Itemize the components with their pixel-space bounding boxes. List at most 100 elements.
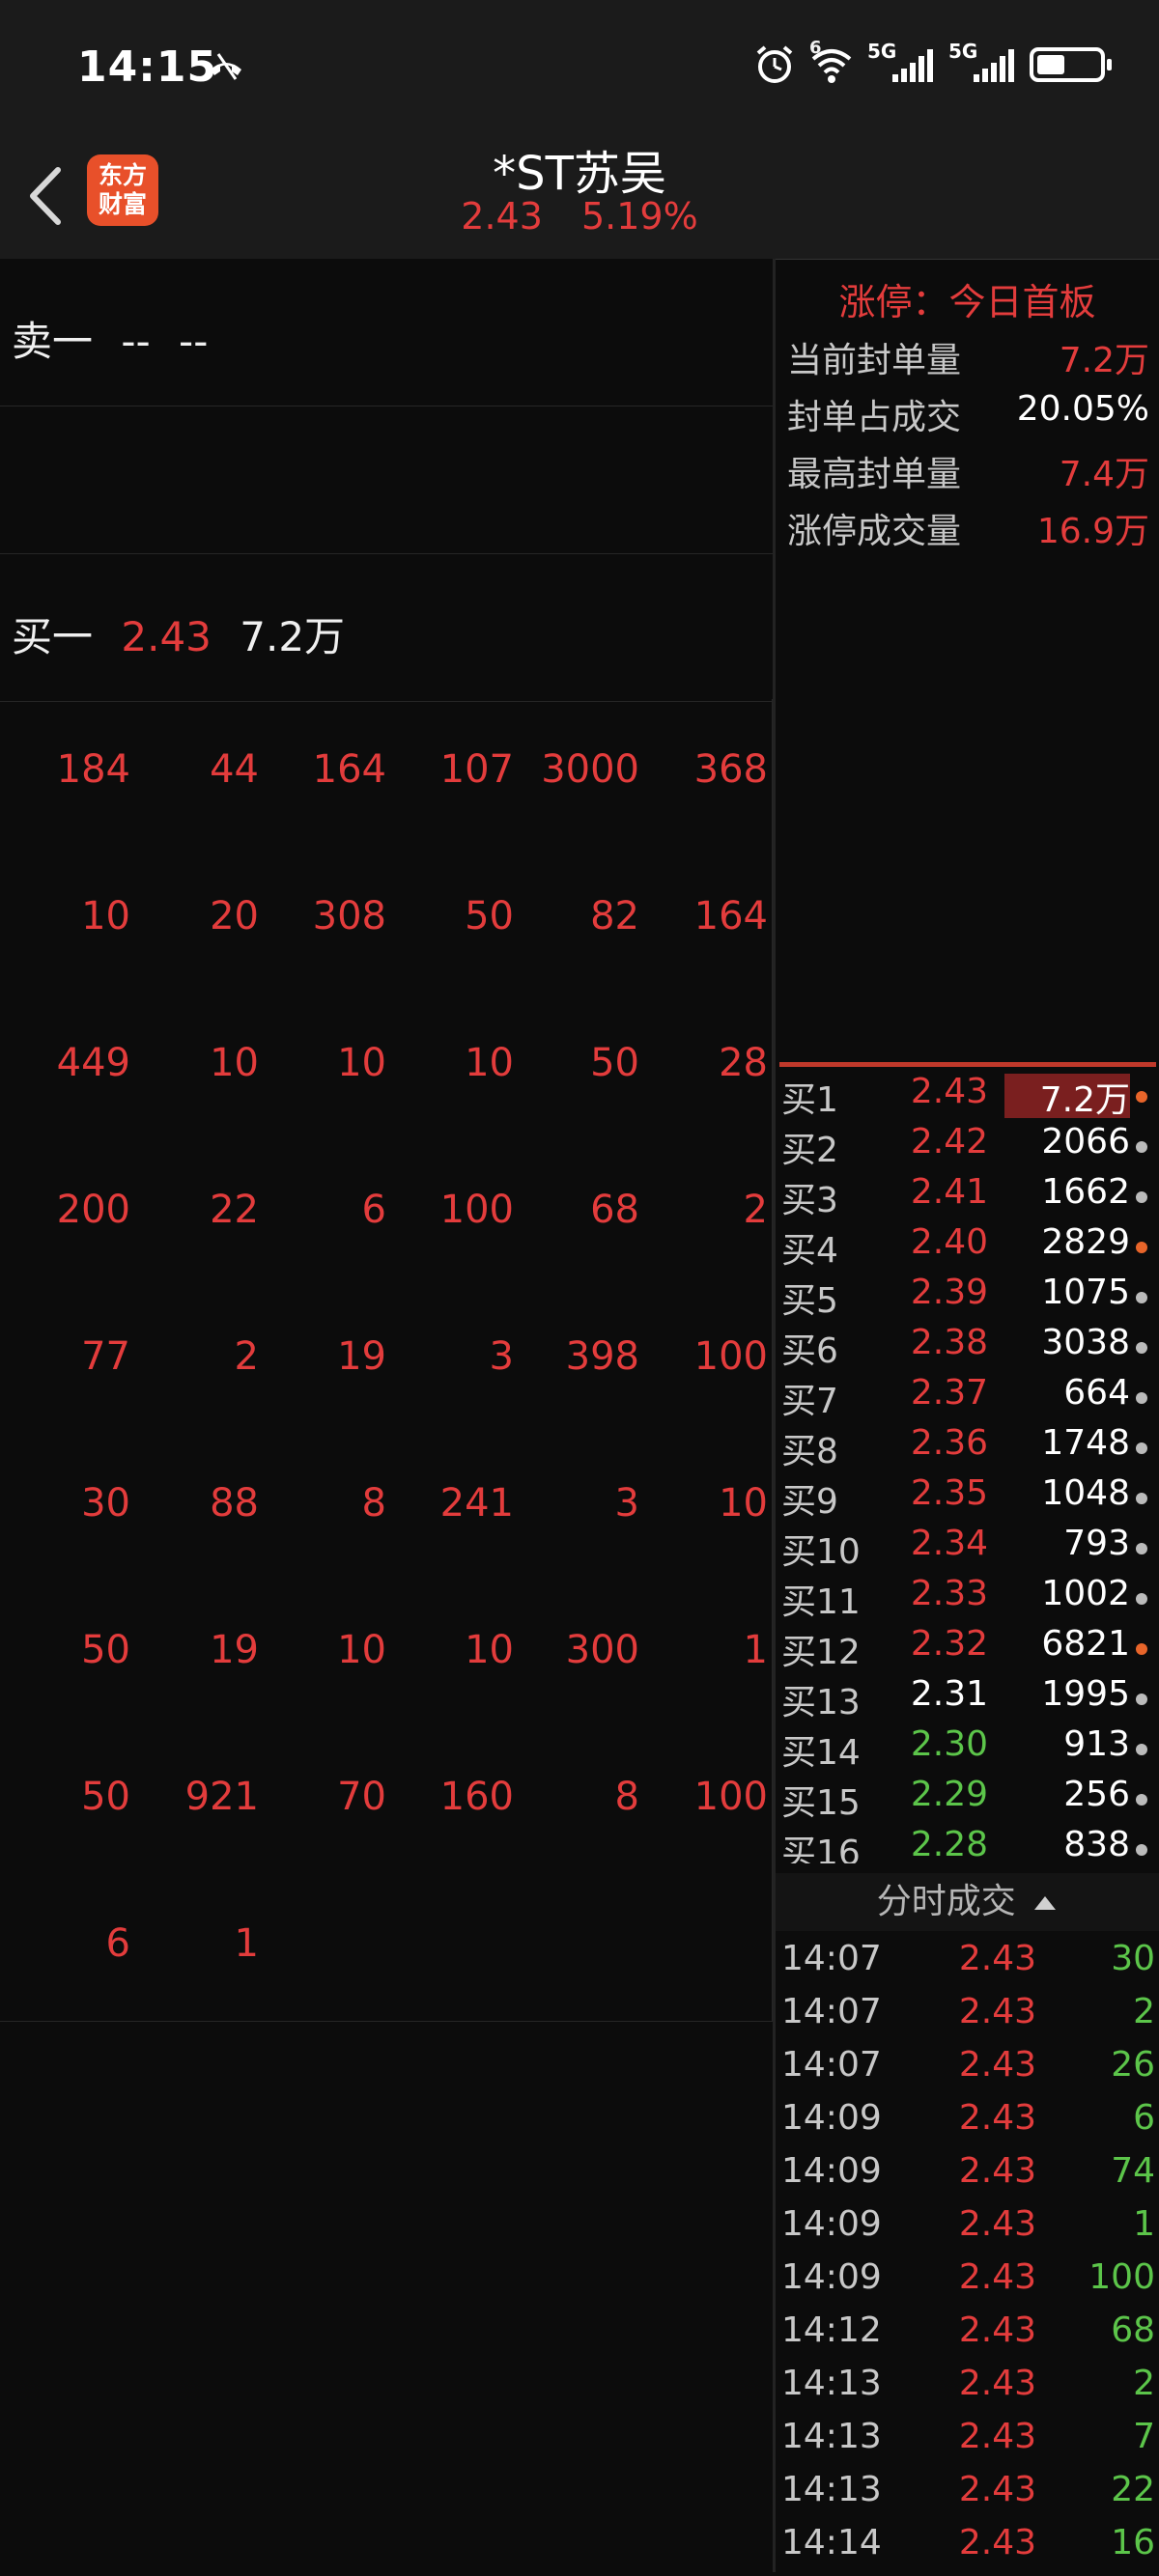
- fenshi-time: 14:07: [781, 1939, 882, 1978]
- fenshi-volume: 7: [1133, 2417, 1155, 2456]
- fenshi-row[interactable]: 14:13 2.43 7: [776, 2417, 1159, 2470]
- fenshi-row[interactable]: 14:09 2.43 100: [776, 2257, 1159, 2310]
- fenshi-price: 2.43: [958, 2045, 1036, 2085]
- orderbook-row[interactable]: 买14 2.30 913: [776, 1724, 1159, 1775]
- limit-up-stat-row: 最高封单量 7.4万: [787, 446, 1149, 496]
- fenshi-price: 2.43: [958, 2098, 1036, 2138]
- fenshi-volume: 30: [1111, 1939, 1155, 1978]
- trade-queue-grid: 184 44 164 107 3000 368 10 20 308 50 82 164 449 10 10 1…: [0, 699, 773, 2022]
- fenshi-price: 2.43: [958, 2204, 1036, 2244]
- trade-queue-cell: 30: [81, 1481, 130, 1526]
- orderbook-level-label: 买15: [781, 1783, 861, 1823]
- limit-up-stat-value: 20.05%: [1016, 389, 1149, 429]
- orderbook-price: 2.29: [910, 1775, 988, 1814]
- orderbook-row[interactable]: 买11 2.33 1002: [776, 1574, 1159, 1624]
- fenshi-time: 14:09: [781, 2204, 882, 2244]
- orderbook-volume: 7.2万: [1039, 1080, 1130, 1120]
- limit-up-stat-row: 当前封单量 7.2万: [787, 332, 1149, 382]
- wifi-label: 6: [809, 38, 822, 58]
- wifi-icon: 6: [809, 38, 854, 86]
- alarm-icon: [756, 45, 793, 83]
- trade-queue-cell: 1: [743, 1628, 768, 1672]
- trade-queue-cell: 10: [465, 1041, 514, 1085]
- orderbook-row[interactable]: 买3 2.41 1662: [776, 1172, 1159, 1222]
- buy-1-volume: 7.2万: [240, 613, 346, 660]
- fenshi-row[interactable]: 14:09 2.43 1: [776, 2204, 1159, 2257]
- trade-queue-cell: 8: [361, 1481, 386, 1526]
- sell-1-volume: --: [179, 318, 209, 365]
- fenshi-row[interactable]: 14:14 2.43 16: [776, 2523, 1159, 2576]
- orderbook-row[interactable]: 买6 2.38 3038: [776, 1323, 1159, 1373]
- fenshi-row[interactable]: 14:07 2.43 2: [776, 1992, 1159, 2045]
- orderbook-dot-icon: [1136, 1242, 1147, 1253]
- trade-queue-cell: 10: [337, 1041, 386, 1085]
- orderbook-volume: 1048: [1041, 1473, 1130, 1513]
- fenshi-time: 14:09: [781, 2151, 882, 2191]
- trade-queue-cell: 300: [565, 1628, 639, 1672]
- orderbook-level-label: 买2: [781, 1131, 838, 1170]
- fenshi-price: 2.43: [958, 2257, 1036, 2297]
- trade-queue-cell: 1: [234, 1921, 259, 1966]
- trade-queue-cell: 19: [210, 1628, 259, 1672]
- orderbook-level-label: 买3: [781, 1181, 838, 1220]
- orderbook-row[interactable]: 买10 2.34 793: [776, 1524, 1159, 1574]
- orderbook-level-label: 买12: [781, 1633, 861, 1672]
- orderbook-volume: 6821: [1041, 1624, 1130, 1664]
- trade-queue-cell: 70: [337, 1775, 386, 1819]
- trade-queue-cell: 68: [590, 1188, 639, 1232]
- orderbook-row[interactable]: 买4 2.40 2829: [776, 1222, 1159, 1273]
- orderbook-row[interactable]: 买5 2.39 1075: [776, 1273, 1159, 1323]
- orderbook-dot-icon: [1136, 1694, 1147, 1705]
- trade-queue-cell: 10: [465, 1628, 514, 1672]
- fenshi-row[interactable]: 14:07 2.43 30: [776, 1939, 1159, 1992]
- fenshi-row[interactable]: 14:13 2.43 22: [776, 2470, 1159, 2523]
- orderbook-row[interactable]: 买12 2.32 6821: [776, 1624, 1159, 1674]
- orderbook-dot-icon: [1136, 1543, 1147, 1554]
- orderbook-volume: 913: [1063, 1724, 1130, 1764]
- fenshi-volume: 26: [1111, 2045, 1155, 2085]
- orderbook-row[interactable]: 买9 2.35 1048: [776, 1473, 1159, 1524]
- orderbook-price: 2.33: [910, 1574, 988, 1613]
- trade-queue-cell: 10: [719, 1481, 768, 1526]
- orderbook-price: 2.30: [910, 1724, 988, 1764]
- fenshi-time: 14:13: [781, 2470, 882, 2509]
- orderbook-volume: 1075: [1041, 1273, 1130, 1312]
- orderbook-row[interactable]: 买7 2.37 664: [776, 1373, 1159, 1423]
- limit-up-stat-label: 涨停成交量: [787, 512, 962, 551]
- orderbook-volume: 1995: [1041, 1674, 1130, 1714]
- sell-1-price: --: [121, 318, 151, 365]
- orderbook-row[interactable]: 买8 2.36 1748: [776, 1423, 1159, 1473]
- orderbook-row[interactable]: 买1 2.43 7.2万: [776, 1072, 1159, 1122]
- orderbook-level-label: 买5: [781, 1281, 838, 1321]
- stock-price: 2.43: [461, 195, 543, 238]
- fenshi-row[interactable]: 14:12 2.43 68: [776, 2310, 1159, 2364]
- limit-up-stat-row: 涨停成交量 16.9万: [787, 503, 1149, 553]
- fenshi-header[interactable]: 分时成交: [776, 1873, 1159, 1931]
- trade-queue-cell: 200: [56, 1188, 130, 1232]
- orderbook-dot-icon: [1136, 1191, 1147, 1203]
- battery-level: [1037, 55, 1064, 74]
- trade-queue-cell: 368: [693, 747, 768, 792]
- trade-queue-cell: 77: [81, 1334, 130, 1379]
- orderbook-row[interactable]: 买16 2.28 838: [776, 1825, 1159, 1863]
- fenshi-row[interactable]: 14:09 2.43 74: [776, 2151, 1159, 2204]
- orderbook-volume: 1748: [1041, 1423, 1130, 1463]
- orderbook-price: 2.41: [910, 1172, 988, 1212]
- orderbook-row[interactable]: 买15 2.29 256: [776, 1775, 1159, 1825]
- orderbook-level-label: 买16: [781, 1834, 861, 1863]
- orderbook-row[interactable]: 买13 2.31 1995: [776, 1674, 1159, 1724]
- orderbook-level-label: 买10: [781, 1532, 861, 1572]
- trade-queue-cell: 82: [590, 894, 639, 938]
- fenshi-row[interactable]: 14:07 2.43 26: [776, 2045, 1159, 2098]
- fenshi-row[interactable]: 14:13 2.43 2: [776, 2364, 1159, 2417]
- trade-queue-cell: 28: [719, 1041, 768, 1085]
- buy-orderbook[interactable]: 买1 2.43 7.2万 买2 2.42 2066 买3 2.41 1662 买4 2.40 2829…: [776, 1072, 1159, 1863]
- buy-1-label: 买一: [12, 613, 94, 660]
- orderbook-row[interactable]: 买2 2.42 2066: [776, 1122, 1159, 1172]
- sell-1-row: 卖一 -- --: [0, 259, 773, 406]
- fenshi-row[interactable]: 14:09 2.43 6: [776, 2098, 1159, 2151]
- fenshi-time: 14:13: [781, 2417, 882, 2456]
- signal-icon-1: 5G: [867, 40, 935, 82]
- trade-queue-cell: 160: [439, 1775, 514, 1819]
- orderbook-volume: 793: [1063, 1524, 1130, 1563]
